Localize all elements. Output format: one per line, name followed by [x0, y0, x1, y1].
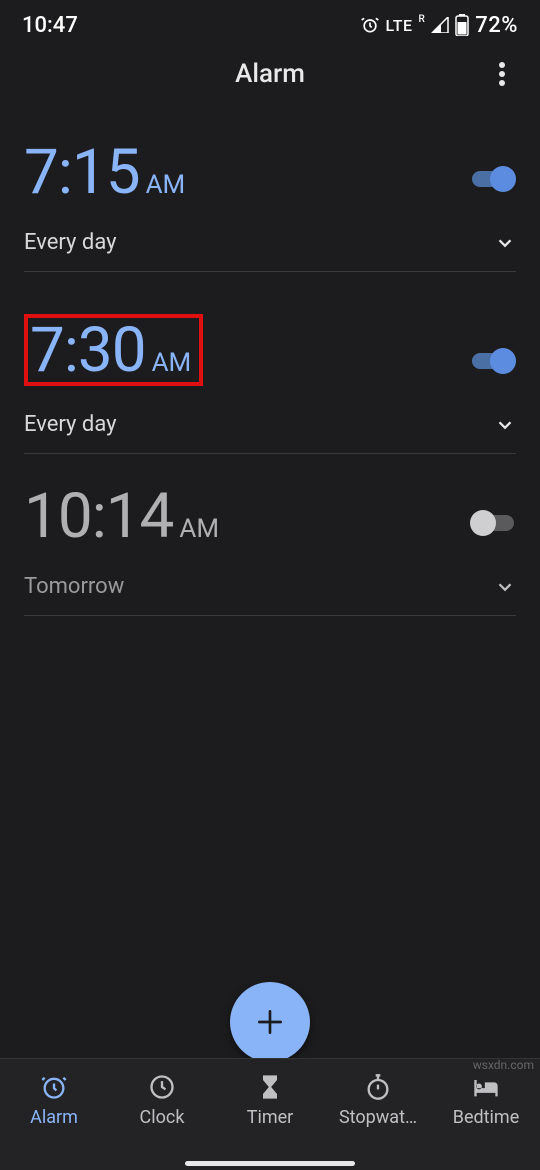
- more-vert-icon: [499, 62, 505, 86]
- home-indicator: [185, 1161, 355, 1166]
- status-bar: 10:47 LTE R 72%: [0, 0, 540, 44]
- alarm-ampm: AM: [152, 348, 192, 382]
- divider: [24, 615, 516, 616]
- add-alarm-button[interactable]: [230, 982, 310, 1062]
- signal-icon: [431, 17, 449, 33]
- chevron-down-icon: [494, 414, 516, 436]
- clock-icon: [148, 1073, 176, 1101]
- bed-icon: [472, 1073, 500, 1101]
- network-label: LTE: [386, 16, 413, 35]
- overflow-menu-button[interactable]: [482, 54, 522, 94]
- tab-label: Timer: [247, 1107, 294, 1128]
- battery-percent: 72%: [475, 13, 518, 38]
- hourglass-icon: [256, 1073, 284, 1101]
- alarm-schedule: Every day: [24, 230, 117, 255]
- alarm-item: 10:14 AM Tomorrow: [24, 468, 516, 630]
- alarm-time: 7:30: [30, 320, 146, 382]
- tab-timer[interactable]: Timer: [216, 1073, 324, 1128]
- roaming-label: R: [418, 14, 425, 25]
- alarm-schedule: Tomorrow: [24, 574, 124, 599]
- stopwatch-icon: [364, 1073, 392, 1101]
- tab-alarm[interactable]: Alarm: [0, 1073, 108, 1128]
- app-bar: Alarm: [0, 44, 540, 104]
- watermark: wsxdn.com: [473, 1058, 534, 1072]
- tab-label: Alarm: [30, 1107, 78, 1128]
- divider: [24, 453, 516, 454]
- divider: [24, 271, 516, 272]
- bottom-nav: Alarm Clock Timer Stopwat… Bedtime: [0, 1058, 540, 1170]
- status-time: 10:47: [22, 13, 78, 38]
- tab-clock[interactable]: Clock: [108, 1073, 216, 1128]
- tab-stopwatch[interactable]: Stopwat…: [324, 1073, 432, 1128]
- alarm-toggle[interactable]: [470, 166, 516, 192]
- alarm-expand-row[interactable]: Tomorrow: [24, 548, 516, 599]
- alarm-time-button[interactable]: 7:30 AM: [24, 304, 203, 386]
- alarm-toggle[interactable]: [470, 510, 516, 536]
- alarm-ampm: AM: [146, 170, 186, 204]
- tab-label: Bedtime: [453, 1107, 520, 1128]
- alarm-item: 7:15 AM Every day: [24, 124, 516, 286]
- battery-icon: [455, 14, 469, 36]
- alarm-item: 7:30 AM Every day: [24, 286, 516, 468]
- status-right: LTE R 72%: [360, 13, 519, 38]
- alarm-indicator-icon: [360, 15, 380, 35]
- alarm-expand-row[interactable]: Every day: [24, 386, 516, 437]
- alarm-time: 10:14: [24, 486, 173, 548]
- alarm-toggle[interactable]: [470, 348, 516, 374]
- alarm-time-button[interactable]: 10:14 AM: [24, 486, 219, 548]
- alarm-time: 7:15: [24, 142, 140, 204]
- alarm-ampm: AM: [179, 514, 219, 548]
- page-title: Alarm: [235, 59, 305, 89]
- alarm-time-button[interactable]: 7:15 AM: [24, 142, 185, 204]
- plus-icon: [254, 1006, 286, 1038]
- alarm-list: 7:15 AM Every day 7:30 AM: [0, 104, 540, 630]
- alarm-expand-row[interactable]: Every day: [24, 204, 516, 255]
- alarm-schedule: Every day: [24, 412, 117, 437]
- tab-label: Clock: [140, 1107, 185, 1128]
- alarm-icon: [40, 1073, 68, 1101]
- chevron-down-icon: [494, 232, 516, 254]
- tab-bedtime[interactable]: Bedtime: [432, 1073, 540, 1128]
- chevron-down-icon: [494, 576, 516, 598]
- tab-label: Stopwat…: [339, 1107, 417, 1128]
